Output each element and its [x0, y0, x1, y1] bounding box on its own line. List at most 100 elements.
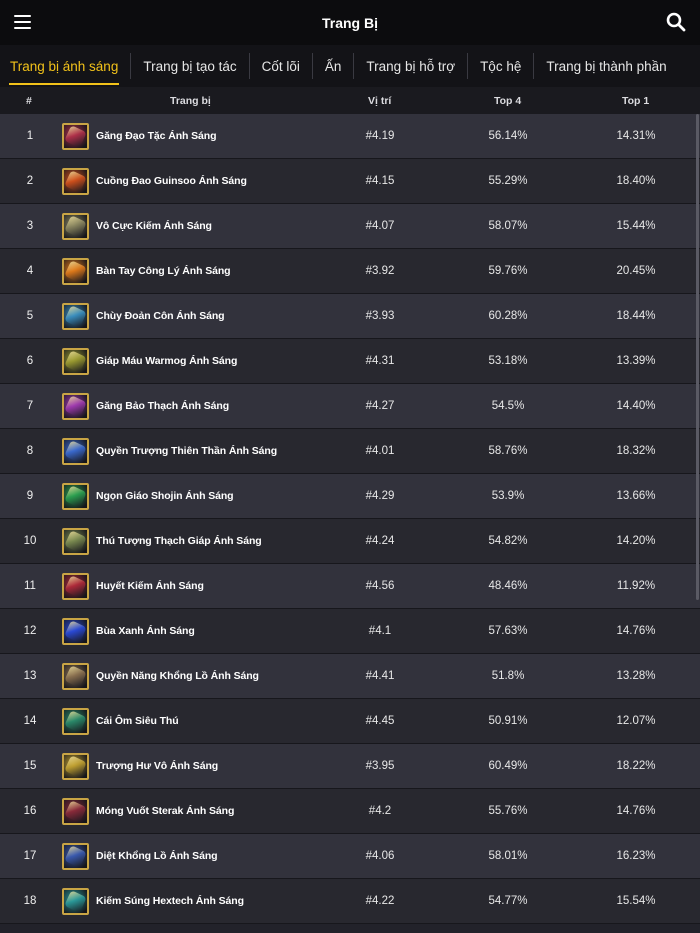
- top4-rate-cell: 60.28%: [488, 310, 528, 322]
- search-icon[interactable]: [666, 12, 686, 32]
- item-name[interactable]: Giáp Máu Warmog Ánh Sáng: [96, 339, 346, 383]
- top4-rate-cell: 51.8%: [491, 670, 525, 682]
- item-name[interactable]: Kiếm Súng Hextech Ánh Sáng: [96, 879, 346, 923]
- tab-traits[interactable]: Tộc hệ: [474, 53, 527, 79]
- column-header-top4[interactable]: Top 4: [494, 95, 521, 107]
- table-row[interactable]: 9 Ngọn Giáo Shojin Ánh Sáng #4.29 53.9% 13.6…: [0, 474, 700, 519]
- column-header-item[interactable]: Trang bị: [170, 95, 211, 107]
- item-icon-cell: [60, 339, 90, 383]
- hextech-gunblade-radiant-icon: [61, 887, 89, 915]
- item-name[interactable]: Chùy Đoản Côn Ánh Sáng: [96, 294, 346, 338]
- item-name[interactable]: Huyết Kiếm Ánh Sáng: [96, 564, 346, 608]
- rank-cell: 10: [23, 535, 37, 547]
- avg-position-cell: #3.93: [365, 310, 395, 322]
- item-name[interactable]: Trượng Hư Vô Ánh Sáng: [96, 744, 346, 788]
- table-row[interactable]: 7 Găng Bảo Thạch Ánh Sáng #4.27 54.5% 14.40%: [0, 384, 700, 429]
- table-row[interactable]: 4 Bàn Tay Công Lý Ánh Sáng #3.92 59.76% 20.4…: [0, 249, 700, 294]
- table-row[interactable]: 1 Găng Đạo Tặc Ánh Sáng #4.19 56.14% 14.31%: [0, 114, 700, 159]
- item-name[interactable]: Thú Tượng Thạch Giáp Ánh Sáng: [96, 519, 346, 563]
- warmogs-armor-radiant-icon: [61, 347, 89, 375]
- giant-slayer-radiant-icon: [61, 842, 89, 870]
- tab-divider: [311, 53, 313, 79]
- item-icon-cell: [60, 114, 90, 158]
- table-row[interactable]: 16 Móng Vuốt Sterak Ánh Sáng #4.2 55.76% 14.…: [0, 789, 700, 834]
- top1-rate-cell: 13.39%: [616, 355, 656, 367]
- avg-position-cell: #4.2: [368, 805, 392, 817]
- bloodthirster-radiant-icon: [61, 572, 89, 600]
- item-icon-cell: [60, 384, 90, 428]
- avg-position-cell: #4.45: [365, 715, 395, 727]
- table-row[interactable]: 3 Vô Cực Kiếm Ánh Sáng #4.07 58.07% 15.44%: [0, 204, 700, 249]
- top1-rate-cell: 18.32%: [616, 445, 656, 457]
- tab-emblems[interactable]: Ấn: [319, 53, 348, 79]
- item-icon-cell: [60, 159, 90, 203]
- tab-component-items[interactable]: Trang bị thành phần: [540, 53, 672, 79]
- top1-rate-cell: 14.20%: [616, 535, 656, 547]
- table-row[interactable]: 11 Huyết Kiếm Ánh Sáng #4.56 48.46% 11.92%: [0, 564, 700, 609]
- tab-radiant-items[interactable]: Trang bị ánh sáng: [4, 53, 124, 85]
- top4-rate-cell: 58.76%: [488, 445, 528, 457]
- column-header-position[interactable]: Vị trí: [368, 95, 391, 107]
- tab-support-items[interactable]: Trang bị hỗ trợ: [360, 53, 461, 79]
- rank-cell: 8: [26, 445, 34, 457]
- item-icon-cell: [60, 834, 90, 878]
- item-icon-cell: [60, 609, 90, 653]
- tab-core-items[interactable]: Cốt lõi: [256, 53, 306, 79]
- item-name[interactable]: Quyền Năng Khổng Lồ Ánh Sáng: [96, 654, 346, 698]
- rank-cell: 13: [23, 670, 37, 682]
- rank-cell: 6: [26, 355, 34, 367]
- item-name[interactable]: Bùa Xanh Ánh Sáng: [96, 609, 346, 653]
- table-row[interactable]: 10 Thú Tượng Thạch Giáp Ánh Sáng #4.24 54.8…: [0, 519, 700, 564]
- tab-divider: [467, 53, 469, 79]
- table-row[interactable]: 15 Trượng Hư Vô Ánh Sáng #3.95 60.49% 18.22%: [0, 744, 700, 789]
- top4-rate-cell: 58.07%: [488, 220, 528, 232]
- table-row[interactable]: 8 Quyền Trượng Thiên Thần Ánh Sáng #4.01 58…: [0, 429, 700, 474]
- last-whisper-radiant-icon: [61, 302, 89, 330]
- item-name[interactable]: Găng Đạo Tặc Ánh Sáng: [96, 114, 346, 158]
- avg-position-cell: #4.01: [365, 445, 395, 457]
- item-name[interactable]: Bàn Tay Công Lý Ánh Sáng: [96, 249, 346, 293]
- rank-cell: 4: [26, 265, 34, 277]
- rank-cell: 7: [26, 400, 34, 412]
- table-row[interactable]: 2 Cuồng Đao Guinsoo Ánh Sáng #4.15 55.29% 18…: [0, 159, 700, 204]
- item-name[interactable]: Quyền Trượng Thiên Thần Ánh Sáng: [96, 429, 346, 473]
- table-row[interactable]: 17 Diệt Khổng Lồ Ánh Sáng #4.06 58.01% 16.23…: [0, 834, 700, 879]
- top1-rate-cell: 14.40%: [616, 400, 656, 412]
- rank-cell: 3: [26, 220, 34, 232]
- hamburger-menu-icon[interactable]: [14, 15, 31, 29]
- table-row[interactable]: 13 Quyền Năng Khổng Lồ Ánh Sáng #4.41 51.8%…: [0, 654, 700, 699]
- blue-buff-radiant-icon: [61, 617, 89, 645]
- scrollbar[interactable]: [696, 114, 699, 600]
- avg-position-cell: #4.1: [368, 625, 392, 637]
- top1-rate-cell: 13.66%: [616, 490, 656, 502]
- avg-position-cell: #4.22: [365, 895, 395, 907]
- table-row[interactable]: 12 Bùa Xanh Ánh Sáng #4.1 57.63% 14.76%: [0, 609, 700, 654]
- item-icon-cell: [60, 474, 90, 518]
- item-name[interactable]: Vô Cực Kiếm Ánh Sáng: [96, 204, 346, 248]
- item-name[interactable]: Diệt Khổng Lồ Ánh Sáng: [96, 834, 346, 878]
- item-name[interactable]: Ngọn Giáo Shojin Ánh Sáng: [96, 474, 346, 518]
- item-icon-cell: [60, 204, 90, 248]
- snipers-focus-icon: [61, 707, 89, 735]
- hand-of-justice-radiant-icon: [61, 257, 89, 285]
- item-name[interactable]: Găng Bảo Thạch Ánh Sáng: [96, 384, 346, 428]
- top1-rate-cell: 14.76%: [616, 805, 656, 817]
- rank-cell: 14: [23, 715, 37, 727]
- table-row[interactable]: 18 Kiếm Súng Hextech Ánh Sáng #4.22 54.77% 1…: [0, 879, 700, 924]
- rank-cell: 12: [23, 625, 37, 637]
- item-name[interactable]: Cái Ôm Siêu Thú: [96, 699, 346, 743]
- column-header-rank[interactable]: #: [26, 95, 32, 107]
- table-row[interactable]: 14 Cái Ôm Siêu Thú #4.45 50.91% 12.07%: [0, 699, 700, 744]
- top4-rate-cell: 54.5%: [491, 400, 525, 412]
- column-header-top1[interactable]: Top 1: [622, 95, 649, 107]
- table-row[interactable]: 6 Giáp Máu Warmog Ánh Sáng #4.31 53.18% 13.3…: [0, 339, 700, 384]
- table-row[interactable]: 5 Chùy Đoản Côn Ánh Sáng #3.93 60.28% 18.44%: [0, 294, 700, 339]
- tab-artifact-items[interactable]: Trang bị tạo tác: [137, 53, 242, 79]
- item-name[interactable]: Móng Vuốt Sterak Ánh Sáng: [96, 789, 346, 833]
- item-icon-cell: [60, 654, 90, 698]
- top4-rate-cell: 60.49%: [488, 760, 528, 772]
- category-tabs: Trang bị ánh sáng Trang bị tạo tác Cốt l…: [0, 45, 700, 87]
- tab-divider: [130, 53, 132, 79]
- item-name[interactable]: Cuồng Đao Guinsoo Ánh Sáng: [96, 159, 346, 203]
- top1-rate-cell: 20.45%: [616, 265, 656, 277]
